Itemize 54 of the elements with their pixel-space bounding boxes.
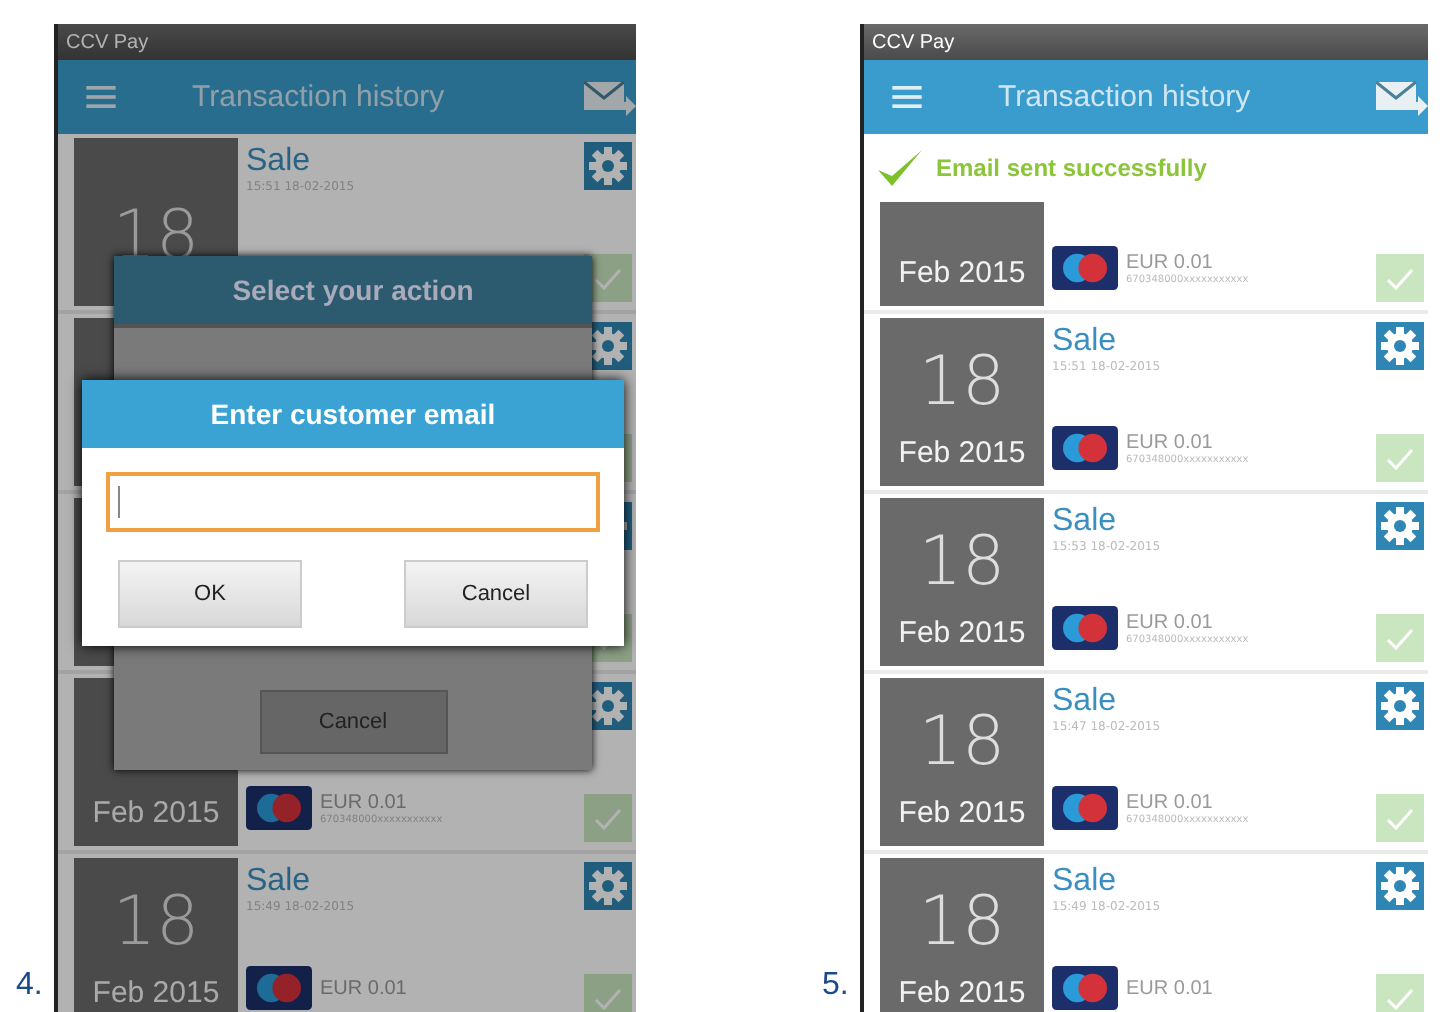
month-year: Feb 2015 xyxy=(92,976,220,1010)
transaction-type: Sale xyxy=(1052,684,1119,720)
cancel-button[interactable]: Cancel xyxy=(404,560,588,628)
amount: EUR 0.01 xyxy=(320,977,407,999)
day-number: 18 xyxy=(918,348,1006,416)
month-year: Feb 2015 xyxy=(898,976,1026,1010)
transaction-type: Sale xyxy=(246,864,313,900)
screen-title: Transaction history xyxy=(998,80,1253,114)
settings-icon[interactable] xyxy=(1376,502,1424,550)
day-number: 18 xyxy=(918,528,1006,596)
dialog-title: Select your action xyxy=(114,256,592,328)
amount: EUR 0.01 xyxy=(320,791,409,813)
amount: EUR 0.01 xyxy=(1126,611,1215,633)
app-name: CCV Pay xyxy=(66,31,149,53)
ok-button[interactable]: OK xyxy=(118,560,302,628)
screen-title: Transaction history xyxy=(192,80,447,114)
menu-icon[interactable] xyxy=(86,86,116,108)
settings-icon[interactable] xyxy=(584,862,632,910)
card-logo-icon xyxy=(1052,786,1118,830)
card-logo-icon xyxy=(1052,426,1118,470)
card-logo-icon xyxy=(1052,606,1118,650)
month-year: Feb 2015 xyxy=(898,436,1026,470)
day-number: 18 xyxy=(918,708,1006,776)
envelope-arrow-icon[interactable] xyxy=(1376,79,1428,115)
amount: EUR 0.01 xyxy=(1126,431,1215,453)
month-year: Feb 2015 xyxy=(898,796,1026,830)
day-number: 18 xyxy=(112,888,200,956)
amount: EUR 0.01 xyxy=(1126,977,1213,999)
month-year: Feb 2015 xyxy=(92,796,220,830)
settings-icon[interactable] xyxy=(1376,322,1424,370)
card-logo-icon xyxy=(246,966,312,1010)
month-year: Feb 2015 xyxy=(898,256,1026,290)
figure-number: 4. xyxy=(14,968,45,1006)
transaction-type: Sale xyxy=(1052,504,1119,540)
amount: EUR 0.01 xyxy=(1126,251,1215,273)
day-number: 18 xyxy=(918,888,1006,956)
app-name: CCV Pay xyxy=(872,31,955,53)
settings-icon[interactable] xyxy=(1376,682,1424,730)
success-message: Email sent successfully xyxy=(936,154,1207,182)
dialog-title: Enter customer email xyxy=(82,380,624,448)
transaction-type: Sale xyxy=(246,144,313,180)
card-logo-icon xyxy=(1052,246,1118,290)
card-logo-icon xyxy=(246,786,312,830)
figure-number: 5. xyxy=(820,968,851,1006)
transaction-type: Sale xyxy=(1052,864,1119,900)
transaction-type: Sale xyxy=(1052,324,1119,360)
menu-icon[interactable] xyxy=(892,86,922,108)
settings-icon[interactable] xyxy=(584,142,632,190)
email-input-field[interactable] xyxy=(106,472,600,532)
month-year: Feb 2015 xyxy=(898,616,1026,650)
amount: EUR 0.01 xyxy=(1126,791,1215,813)
envelope-arrow-icon[interactable] xyxy=(584,79,636,115)
card-logo-icon xyxy=(1052,966,1118,1010)
settings-icon[interactable] xyxy=(1376,862,1424,910)
